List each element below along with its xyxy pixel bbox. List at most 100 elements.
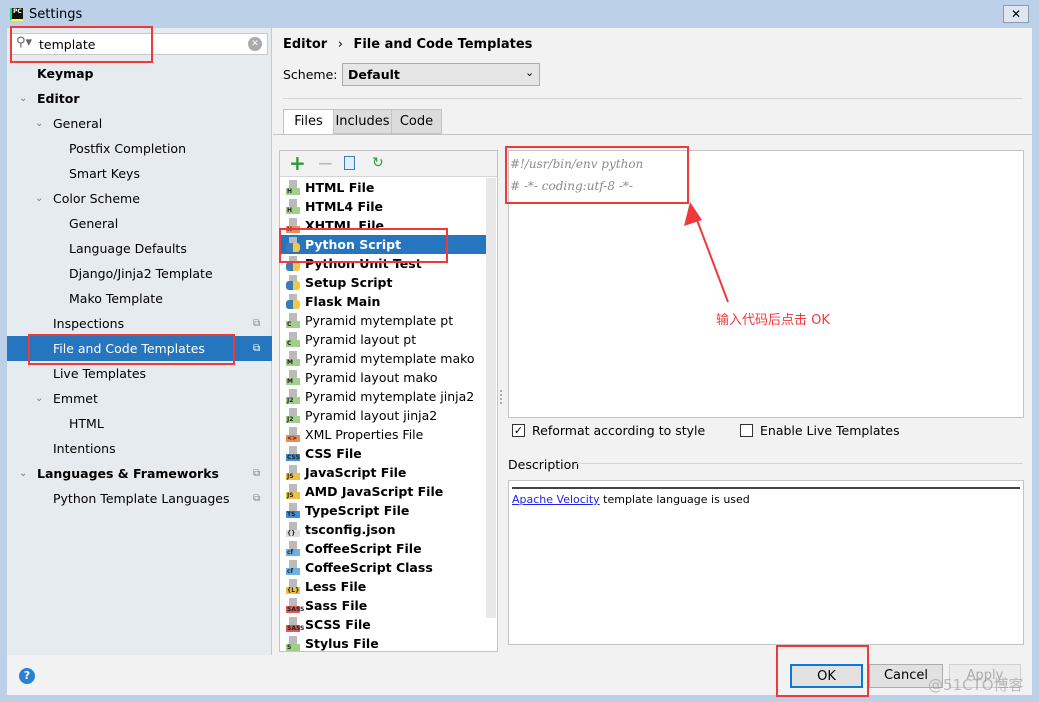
template-list-item[interactable]: H XHTML File: [280, 216, 496, 235]
list-scrollbar[interactable]: [486, 178, 496, 618]
template-name: XHTML File: [305, 218, 384, 233]
sidebar-item[interactable]: HTML: [7, 411, 272, 436]
sidebar-item[interactable]: ⌄ General: [7, 111, 272, 136]
reset-icon[interactable]: ↻: [372, 155, 384, 171]
template-name: Stylus File: [305, 636, 379, 651]
sidebar-item-label: Intentions: [53, 441, 116, 456]
sidebar-item[interactable]: Inspections ⧉: [7, 311, 272, 336]
template-list-item[interactable]: TS TypeScript File: [280, 501, 496, 520]
remove-icon[interactable]: −: [317, 151, 334, 175]
clear-icon[interactable]: ✕: [248, 37, 262, 51]
sidebar-item[interactable]: General: [7, 211, 272, 236]
template-list-item[interactable]: C Pyramid layout pt: [280, 330, 496, 349]
template-list-item[interactable]: cf CoffeeScript File: [280, 539, 496, 558]
apache-velocity-link[interactable]: Apache Velocity: [512, 493, 600, 506]
tab-files[interactable]: Files: [283, 109, 334, 135]
tab-includes[interactable]: Includes: [333, 109, 392, 134]
template-list-item[interactable]: cf CoffeeScript Class: [280, 558, 496, 577]
chevron-down-icon: ⌄: [525, 66, 535, 79]
file-type-icon: [286, 294, 300, 309]
template-list-item[interactable]: {} tsconfig.json: [280, 520, 496, 539]
close-button[interactable]: ✕: [1003, 5, 1029, 23]
search-input[interactable]: ⚲▾ template ✕: [11, 33, 268, 55]
template-list-item[interactable]: M Pyramid mytemplate mako: [280, 349, 496, 368]
template-name: CSS File: [305, 446, 362, 461]
chevron-down-icon[interactable]: ⌄: [19, 86, 27, 111]
template-list-item[interactable]: J2 Pyramid mytemplate jinja2: [280, 387, 496, 406]
template-list-item[interactable]: H HTML4 File: [280, 197, 496, 216]
template-list-item[interactable]: SASS Sass File: [280, 596, 496, 615]
description-text-row: Apache Velocity template language is use…: [512, 493, 750, 506]
help-button[interactable]: ?: [19, 668, 35, 684]
ok-button[interactable]: OK: [790, 664, 863, 688]
sidebar-item[interactable]: Keymap: [7, 61, 272, 86]
sidebar-item[interactable]: Smart Keys: [7, 161, 272, 186]
sidebar-item[interactable]: ⌄ Color Scheme: [7, 186, 272, 211]
tab-code[interactable]: Code: [391, 109, 442, 134]
template-name: Pyramid mytemplate mako: [305, 351, 475, 366]
sidebar-item[interactable]: ⌄ Editor: [7, 86, 272, 111]
copy-icon[interactable]: [344, 156, 355, 170]
sidebar-item-label: Live Templates: [53, 366, 147, 381]
add-icon[interactable]: +: [289, 151, 306, 175]
template-list-item[interactable]: M Pyramid layout mako: [280, 368, 496, 387]
scheme-dropdown[interactable]: Default ⌄: [342, 63, 540, 86]
template-list-item[interactable]: {L} Less File: [280, 577, 496, 596]
sidebar-item[interactable]: ⌄ Emmet: [7, 386, 272, 411]
sidebar-item[interactable]: Language Defaults: [7, 236, 272, 261]
sidebar-item-label: File and Code Templates: [53, 341, 205, 356]
chevron-down-icon[interactable]: ⌄: [35, 186, 43, 211]
file-type-icon: cf: [286, 541, 300, 556]
file-type-icon: [286, 256, 300, 271]
template-list-item[interactable]: CSS CSS File: [280, 444, 496, 463]
project-settings-icon: ⧉: [253, 493, 261, 504]
sidebar-item[interactable]: File and Code Templates ⧉: [7, 336, 272, 361]
reformat-label[interactable]: Reformat according to style: [532, 423, 705, 438]
template-list-item[interactable]: J2 Pyramid layout jinja2: [280, 406, 496, 425]
file-type-icon: H: [286, 218, 300, 233]
template-list-item[interactable]: SASS SCSS File: [280, 615, 496, 634]
file-type-icon: H: [286, 199, 300, 214]
description-label: Description: [508, 457, 580, 472]
file-type-icon: cf: [286, 560, 300, 575]
description-text: template language is used: [599, 493, 750, 506]
file-type-icon: M: [286, 351, 300, 366]
template-name: Pyramid mytemplate jinja2: [305, 389, 475, 404]
template-list-item[interactable]: <> XML Properties File: [280, 425, 496, 444]
breadcrumb-current: File and Code Templates: [353, 37, 533, 52]
template-list-item[interactable]: Python Script: [280, 235, 496, 254]
sidebar-item[interactable]: Intentions: [7, 436, 272, 461]
template-name: Python Unit Test: [305, 256, 422, 271]
template-list-item[interactable]: C Pyramid mytemplate pt: [280, 311, 496, 330]
breadcrumb-separator: ›: [337, 37, 343, 52]
file-type-icon: {L}: [286, 579, 300, 594]
template-list-item[interactable]: JS AMD JavaScript File: [280, 482, 496, 501]
splitter-handle[interactable]: [500, 390, 504, 404]
template-name: Python Script: [305, 237, 402, 252]
live-templates-label[interactable]: Enable Live Templates: [760, 423, 900, 438]
sidebar-item[interactable]: Django/Jinja2 Template: [7, 261, 272, 286]
editor-line: # -*- coding:utf-8 -*-: [510, 179, 633, 193]
live-templates-checkbox[interactable]: [740, 424, 753, 437]
template-list-item[interactable]: Setup Script: [280, 273, 496, 292]
sidebar-item[interactable]: ⌄ Languages & Frameworks ⧉: [7, 461, 272, 486]
template-list-item[interactable]: H HTML File: [280, 178, 496, 197]
template-editor[interactable]: #!/usr/bin/env python # -*- coding:utf-8…: [508, 150, 1024, 418]
template-list-item[interactable]: Python Unit Test: [280, 254, 496, 273]
sidebar-item[interactable]: Python Template Languages ⧉: [7, 486, 272, 511]
chevron-down-icon[interactable]: ⌄: [35, 111, 43, 136]
template-list-item[interactable]: JS JavaScript File: [280, 463, 496, 482]
file-type-icon: [286, 275, 300, 290]
chevron-down-icon[interactable]: ⌄: [19, 461, 27, 486]
sidebar-item[interactable]: Mako Template: [7, 286, 272, 311]
chevron-down-icon[interactable]: ⌄: [35, 386, 43, 411]
breadcrumb-parent[interactable]: Editor: [283, 37, 327, 52]
sidebar-item[interactable]: Live Templates: [7, 361, 272, 386]
file-type-icon: TS: [286, 503, 300, 518]
annotation-arrow: [684, 202, 729, 303]
reformat-checkbox[interactable]: ✓: [512, 424, 525, 437]
template-list-item[interactable]: Flask Main: [280, 292, 496, 311]
file-type-icon: S: [286, 636, 300, 651]
sidebar-item[interactable]: Postfix Completion: [7, 136, 272, 161]
template-list-item[interactable]: S Stylus File: [280, 634, 496, 653]
